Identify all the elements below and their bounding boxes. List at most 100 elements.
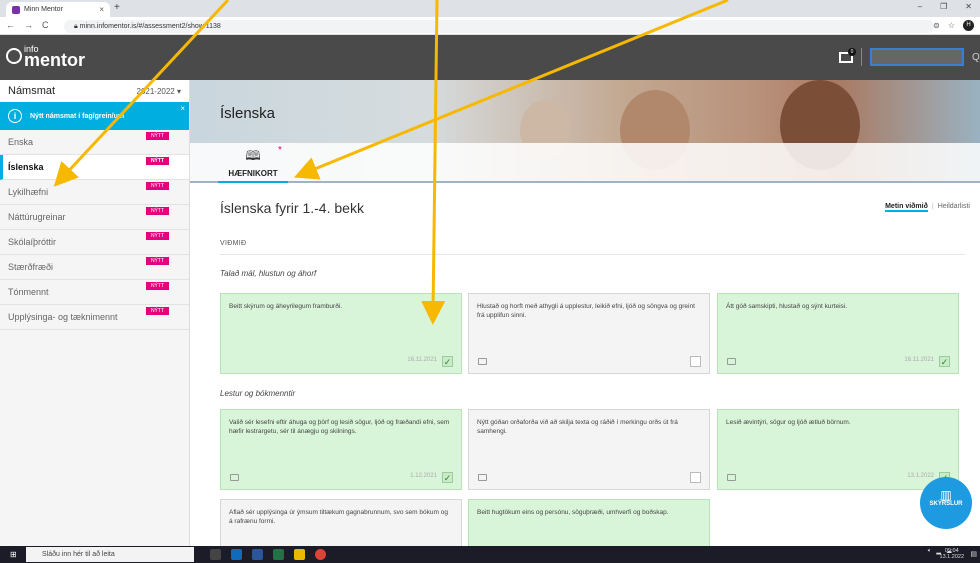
sidebar-item-skolaithrottir[interactable]: Skólaíþróttir NÝTT bbox=[0, 230, 189, 255]
sidebar-header: Námsmat 2021-2022 ▾ bbox=[0, 80, 189, 102]
new-badge: NÝTT bbox=[145, 307, 169, 315]
chrome-icon[interactable] bbox=[315, 549, 326, 560]
criterion-card[interactable]: Lesið ævintýri, sögur og ljóð ætluð börn… bbox=[717, 409, 959, 490]
close-window-button[interactable]: ✕ bbox=[965, 2, 972, 11]
assessment-date: 16.11.2021 bbox=[407, 357, 437, 363]
view-toggle-divider: | bbox=[931, 203, 934, 210]
course-title: Íslenska fyrir 1.-4. bekk bbox=[220, 200, 364, 216]
comment-icon[interactable] bbox=[478, 474, 487, 481]
sidebar-item-label: Enska bbox=[8, 137, 34, 147]
criterion-card[interactable]: Valið sér lesefni eftir áhuga og þörf og… bbox=[220, 409, 462, 490]
share-icon[interactable]: ⊜ bbox=[933, 21, 940, 30]
sidebar-item-tonmennt[interactable]: Tónmennt NÝTT bbox=[0, 280, 189, 305]
checkmark-icon[interactable]: ✓ bbox=[939, 356, 950, 367]
criterion-text: Átt góð samskipti, hlustað og sýnt kurte… bbox=[726, 303, 848, 310]
sidebar-item-label: Stærðfræði bbox=[8, 262, 54, 272]
browser-tab[interactable]: Minn Mentor × bbox=[6, 2, 110, 17]
infomentor-logo[interactable]: info mentor bbox=[6, 45, 86, 70]
criterion-text: Hlustað og horft með athygli á upplestur… bbox=[477, 303, 695, 319]
sidebar-item-label: Skólaíþróttir bbox=[8, 237, 57, 247]
notification-center-icon[interactable]: ▤ bbox=[970, 550, 977, 558]
windows-start-icon[interactable]: ⊞ bbox=[10, 550, 17, 559]
criterion-card[interactable]: Hlustað og horft með athygli á upplestur… bbox=[468, 293, 710, 374]
criterion-card[interactable]: Átt góð samskipti, hlustað og sýnt kurte… bbox=[717, 293, 959, 374]
new-tab-button[interactable]: + bbox=[114, 2, 120, 13]
checkbox-empty[interactable] bbox=[690, 472, 701, 483]
sidebar-item-islenska[interactable]: Íslenska NÝTT bbox=[0, 155, 189, 180]
bar-chart-icon: ▥ bbox=[940, 488, 952, 502]
header-divider bbox=[220, 254, 965, 255]
tab-title: Minn Mentor bbox=[24, 6, 63, 13]
minimize-button[interactable]: – bbox=[918, 2, 922, 11]
view-full-list[interactable]: Heildarlisti bbox=[938, 203, 970, 212]
criterion-card[interactable]: Aflað sér upplýsinga úr ýmsum tiltækum g… bbox=[220, 499, 462, 546]
address-bar-actions: ⊜ ☆ H bbox=[933, 20, 974, 31]
checkbox-empty[interactable] bbox=[690, 356, 701, 367]
user-menu-icon[interactable]: Q bbox=[972, 52, 980, 63]
outlook-icon[interactable] bbox=[231, 549, 242, 560]
criterion-text: Nýtt góðan orðaforða við að skilja texta… bbox=[477, 419, 678, 435]
app-header: info mentor 0 Q bbox=[0, 35, 980, 80]
comment-icon[interactable] bbox=[230, 474, 239, 481]
comment-icon[interactable] bbox=[478, 358, 487, 365]
criterion-card[interactable]: Nýtt góðan orðaforða við að skilja texta… bbox=[468, 409, 710, 490]
reload-icon[interactable]: C bbox=[42, 20, 49, 30]
comment-icon[interactable] bbox=[727, 474, 736, 481]
url-field[interactable]: 🔒︎ minn.infomentor.is/#/assessment2/show… bbox=[64, 20, 934, 33]
infomentor-favicon-icon bbox=[12, 5, 20, 14]
taskbar-search-input[interactable]: Sláðu inn hér til að leita bbox=[26, 547, 194, 562]
info-icon: i bbox=[8, 109, 22, 123]
year-select[interactable]: 2021-2022 ▾ bbox=[137, 87, 182, 96]
url-text: minn.infomentor.is/#/assessment2/show/11… bbox=[79, 23, 221, 30]
new-badge: NÝTT bbox=[145, 282, 169, 290]
mail-icon[interactable]: 0 bbox=[839, 47, 856, 63]
mail-count-badge: 0 bbox=[848, 47, 856, 56]
new-badge: NÝTT bbox=[145, 207, 169, 215]
comment-icon[interactable] bbox=[727, 358, 736, 365]
sidebar-item-label: Tónmennt bbox=[8, 287, 49, 297]
checkmark-icon[interactable]: ✓ bbox=[442, 356, 453, 367]
sidebar-item-staerdfraedi[interactable]: Stærðfræði NÝTT bbox=[0, 255, 189, 280]
header-divider bbox=[861, 48, 862, 66]
back-arrow-icon[interactable]: ← bbox=[6, 20, 15, 30]
bookmark-star-icon[interactable]: ☆ bbox=[948, 21, 955, 30]
new-badge: NÝTT bbox=[145, 232, 169, 240]
restore-button[interactable]: ❐ bbox=[940, 2, 947, 11]
reports-button[interactable]: ▥ SKÝRSLUR bbox=[920, 477, 972, 529]
sidebar-item-enska[interactable]: Enska NÝTT bbox=[0, 130, 189, 155]
tab-close-icon[interactable]: × bbox=[99, 5, 104, 14]
view-assessed-criteria[interactable]: Metin viðmið bbox=[885, 203, 928, 212]
taskbar-apps bbox=[210, 549, 326, 560]
forward-arrow-icon[interactable]: → bbox=[24, 20, 33, 30]
new-badge: NÝTT bbox=[145, 257, 169, 265]
search-placeholder: Sláðu inn hér til að leita bbox=[42, 551, 115, 558]
criterion-card[interactable]: Beitt skýrum og áheyrilegum framburði. 1… bbox=[220, 293, 462, 374]
checkmark-icon[interactable]: ✓ bbox=[442, 472, 453, 483]
taskbar-clock[interactable]: 09:04 13.1.2022 bbox=[940, 548, 964, 560]
clock-date: 13.1.2022 bbox=[939, 554, 964, 560]
subject-tab-strip: 🕮 HÆFNIKORT * bbox=[190, 143, 980, 183]
task-view-icon[interactable] bbox=[210, 549, 221, 560]
profile-avatar[interactable]: H bbox=[963, 20, 974, 31]
excel-icon[interactable] bbox=[273, 549, 284, 560]
volume-icon[interactable]: 🔈︎ bbox=[928, 548, 932, 555]
sidebar-item-natturugreinar[interactable]: Náttúrugreinar NÝTT bbox=[0, 205, 189, 230]
header-search-input[interactable] bbox=[870, 48, 964, 66]
criterion-card[interactable]: Beitt hugtökum eins og persónu, söguþræð… bbox=[468, 499, 710, 546]
sidebar-item-label: Lykilhæfni bbox=[8, 187, 49, 197]
logo-text-main: mentor bbox=[24, 50, 86, 70]
notice-close-icon[interactable]: × bbox=[180, 104, 185, 113]
assessment-date: 13.1.2022 bbox=[907, 473, 934, 479]
sidebar-item-label: Íslenska bbox=[8, 162, 44, 172]
criteria-column-header: VIÐMIÐ bbox=[220, 240, 247, 247]
new-badge: NÝTT bbox=[145, 132, 169, 140]
sidebar-item-lykilhaefni[interactable]: Lykilhæfni NÝTT bbox=[0, 180, 189, 205]
address-bar-row: ← → C 🔒︎ minn.infomentor.is/#/assessment… bbox=[0, 17, 980, 35]
new-assessment-notice[interactable]: i Nýtt námsmat í fag/grein/um × bbox=[0, 102, 189, 130]
word-icon[interactable] bbox=[252, 549, 263, 560]
assessment-date: 1.12.2021 bbox=[410, 473, 437, 479]
view-toggle: Metin viðmið | Heildarlisti bbox=[885, 203, 970, 212]
sidebar-item-upplysinga-og-taeknimennt[interactable]: Upplýsinga- og tæknimennt NÝTT bbox=[0, 305, 189, 330]
sidebar-item-label: Náttúrugreinar bbox=[8, 212, 66, 222]
file-explorer-icon[interactable] bbox=[294, 549, 305, 560]
